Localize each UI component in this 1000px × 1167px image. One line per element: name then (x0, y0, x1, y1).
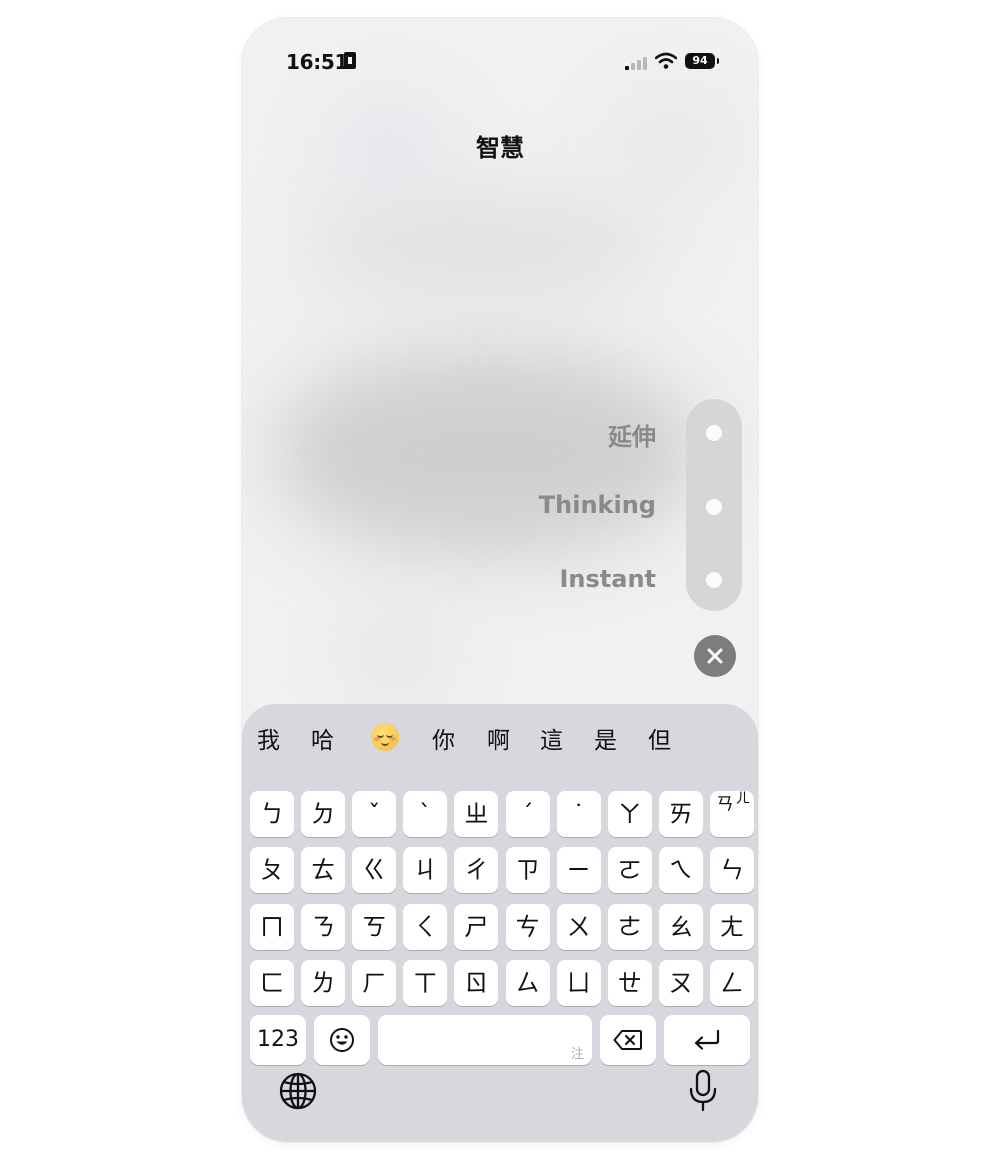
candidate-bar: 我 哈 你 啊 這 是 但 (242, 704, 758, 766)
option-label-instant[interactable]: Instant (559, 565, 656, 593)
zhuyin-key[interactable]: ㄛ (607, 847, 652, 893)
zhuyin-key[interactable]: ㄨ (556, 904, 601, 950)
zhuyin-key[interactable]: ㄤ (709, 904, 754, 950)
zhuyin-key[interactable]: ˋ (403, 791, 448, 837)
zhuyin-key[interactable]: ㄡ (658, 960, 703, 1006)
candidate-word[interactable]: 是 (594, 721, 617, 755)
space-key[interactable]: 注 (378, 1015, 592, 1065)
zhuyin-key[interactable]: ˊ (505, 791, 550, 837)
zhuyin-key[interactable]: ㄩ (556, 960, 601, 1006)
zhuyin-key[interactable]: ㄗ (505, 847, 550, 893)
zhuyin-key[interactable]: ㄔ (454, 847, 499, 893)
numbers-key[interactable]: 123 (250, 1015, 306, 1065)
return-arrow-icon (694, 1029, 720, 1050)
zhuyin-key[interactable]: ㄙ (505, 960, 550, 1006)
zhuyin-key[interactable]: ㄍ (352, 847, 397, 893)
zhuyin-key[interactable]: ㄚ (607, 791, 652, 837)
zhuyin-key[interactable]: ㄒ (403, 960, 448, 1006)
option-dot-extended[interactable] (706, 425, 722, 441)
zhuyin-key[interactable]: ㄇ (250, 904, 294, 950)
return-key[interactable] (664, 1015, 750, 1065)
zhuyin-key[interactable]: ㄉ (301, 791, 346, 837)
option-dot-thinking[interactable] (706, 499, 722, 515)
zhuyin-key-main-label: ㄢ (715, 794, 734, 815)
zhuyin-key[interactable]: ㄊ (301, 847, 346, 893)
close-button[interactable] (694, 635, 736, 677)
model-picker: 延伸 Thinking Instant (242, 18, 758, 718)
globe-icon[interactable] (278, 1071, 318, 1111)
zhuyin-key[interactable]: ㄈ (250, 960, 294, 1006)
zhuyin-keyboard: 我 哈 你 啊 這 是 但 ㄅㄉ ˇ ˋ ㄓ ˊ ˙ ㄚㄞㄢㄦㄆㄊㄍㄐㄔㄗㄧㄛㄟㄣㄇㄋㄎㄑㄕ… (242, 704, 758, 1142)
zhuyin-key[interactable]: ㄕ (454, 904, 499, 950)
zhuyin-key[interactable]: ㄑ (403, 904, 448, 950)
zhuyin-key-an-er[interactable]: ㄢㄦ (709, 791, 754, 837)
option-dot-instant[interactable] (706, 572, 722, 588)
zhuyin-key[interactable]: ㄣ (709, 847, 754, 893)
backspace-icon (613, 1030, 642, 1050)
zhuyin-key[interactable]: ㄋ (301, 904, 346, 950)
zhuyin-key[interactable]: ㄐ (403, 847, 448, 893)
zhuyin-key[interactable]: ˙ (556, 791, 601, 837)
candidate-word[interactable]: 這 (540, 721, 563, 755)
zhuyin-key[interactable]: ㄓ (454, 791, 499, 837)
zhuyin-key[interactable]: ㄟ (658, 847, 703, 893)
zhuyin-key[interactable]: ㄅ (250, 791, 294, 837)
zhuyin-key[interactable]: ㄏ (352, 960, 397, 1006)
zhuyin-key[interactable]: ㄥ (709, 960, 754, 1006)
zhuyin-key[interactable]: ㄠ (658, 904, 703, 950)
zhuyin-key[interactable]: ㄖ (454, 960, 499, 1006)
zhuyin-key[interactable]: ㄧ (556, 847, 601, 893)
zhuyin-key[interactable]: ㄜ (607, 904, 652, 950)
candidate-word[interactable]: 你 (432, 721, 455, 755)
phone-screen: 16:51 94 智慧 延伸 Thinking Instant 我 哈 你 啊 … (242, 18, 758, 1142)
relieved-face-emoji-icon[interactable] (371, 723, 399, 751)
zhuyin-key[interactable]: ㄝ (607, 960, 652, 1006)
delete-key[interactable] (600, 1015, 656, 1065)
zhuyin-key[interactable]: ㄌ (301, 960, 346, 1006)
close-x-icon (707, 648, 723, 664)
candidate-word[interactable]: 但 (648, 721, 671, 755)
candidate-word[interactable]: 啊 (487, 721, 510, 755)
zhuyin-key-alt-label: ㄦ (735, 791, 750, 807)
zhuyin-key[interactable]: ˇ (352, 791, 397, 837)
smiley-icon (330, 1028, 354, 1052)
zhuyin-key[interactable]: ㄎ (352, 904, 397, 950)
option-label-thinking[interactable]: Thinking (539, 491, 656, 519)
microphone-icon[interactable] (688, 1069, 718, 1113)
space-key-hint: 注 (570, 1047, 584, 1062)
candidate-word[interactable]: 哈 (311, 721, 334, 755)
candidate-word[interactable]: 我 (257, 721, 280, 755)
zhuyin-key[interactable]: ㄆ (250, 847, 294, 893)
emoji-key[interactable] (314, 1015, 370, 1065)
option-label-extended[interactable]: 延伸 (608, 417, 656, 452)
zhuyin-key[interactable]: ㄞ (658, 791, 703, 837)
zhuyin-key[interactable]: ㄘ (505, 904, 550, 950)
